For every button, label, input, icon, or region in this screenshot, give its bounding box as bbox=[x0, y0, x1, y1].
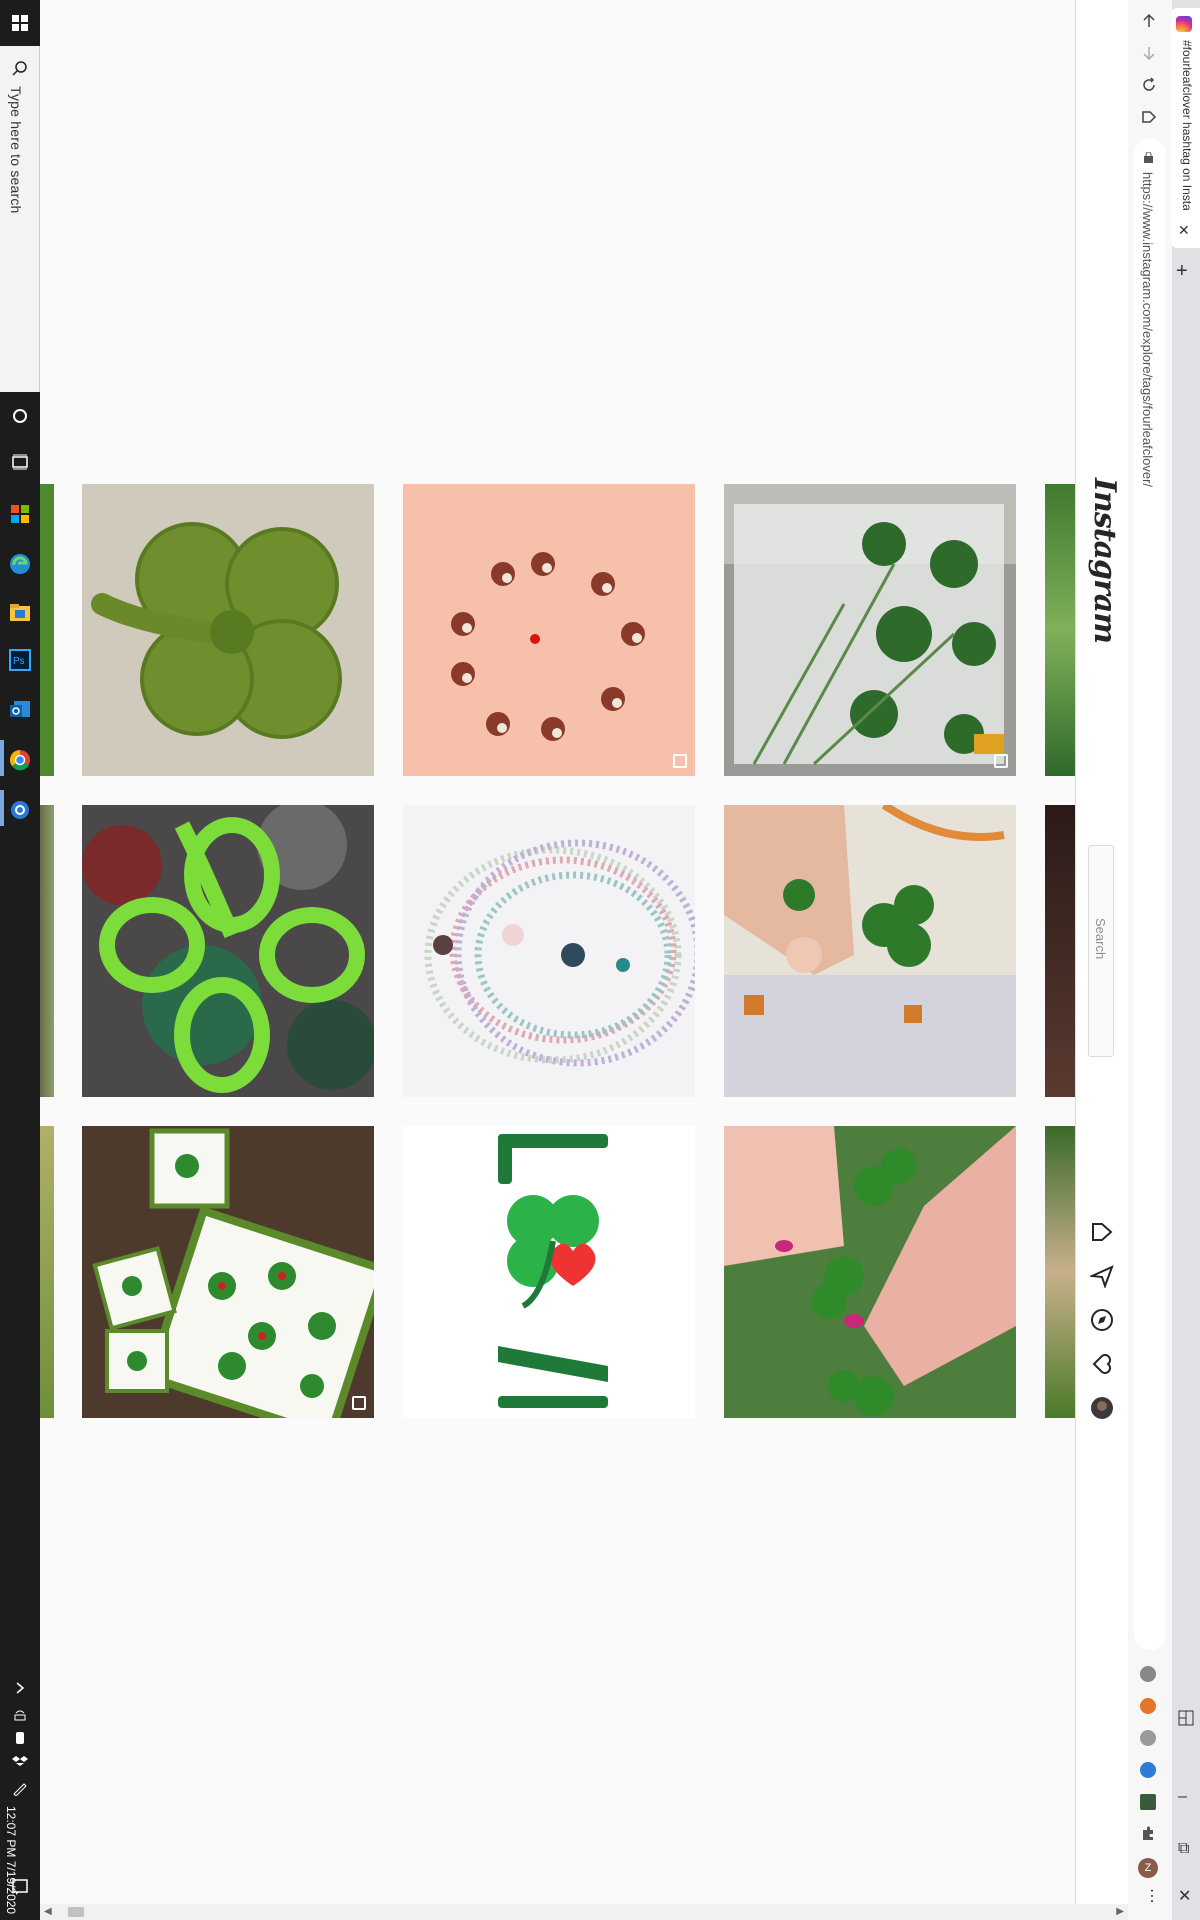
photoshop-icon[interactable]: Ps bbox=[6, 646, 34, 674]
forward-button[interactable] bbox=[1138, 42, 1160, 64]
search-icon bbox=[12, 61, 27, 76]
scroll-left-icon[interactable]: ◀ bbox=[44, 1906, 52, 1917]
horizontal-scrollbar[interactable]: ◀ ▶ bbox=[40, 1904, 1128, 1920]
store-icon[interactable] bbox=[6, 500, 34, 528]
windows-taskbar: Type here to search Ps 12:07 PM 7/19/202… bbox=[0, 0, 40, 1920]
windows-logo-icon bbox=[12, 15, 28, 31]
dropbox-icon[interactable] bbox=[12, 1754, 28, 1770]
pen-icon[interactable] bbox=[12, 1780, 28, 1796]
cortana-icon[interactable] bbox=[6, 402, 34, 430]
post-crochet-clover[interactable] bbox=[82, 484, 374, 776]
lock-icon[interactable] bbox=[1143, 152, 1155, 164]
post-painted-clover[interactable] bbox=[82, 805, 374, 1097]
notification-icon[interactable] bbox=[10, 1876, 30, 1896]
volume-icon[interactable] bbox=[12, 1706, 28, 1722]
reload-icon bbox=[1143, 77, 1155, 91]
post-partial-right-2[interactable] bbox=[1045, 805, 1075, 1097]
browser-home-icon bbox=[1142, 111, 1157, 123]
minimize-icon[interactable]: – bbox=[1178, 1788, 1187, 1806]
taskbar-search-box[interactable]: Type here to search bbox=[0, 46, 40, 392]
start-button[interactable] bbox=[0, 0, 40, 46]
instagram-favicon-icon bbox=[1176, 16, 1192, 32]
arrow-down-icon bbox=[1143, 47, 1155, 61]
search-placeholder: Search bbox=[1093, 918, 1108, 960]
post-partial-left-1[interactable] bbox=[40, 484, 54, 776]
chrome-icon[interactable] bbox=[6, 746, 34, 774]
grammarly-icon[interactable] bbox=[1140, 1666, 1156, 1682]
extension-orange-icon[interactable] bbox=[1140, 1698, 1156, 1714]
instagram-search-input[interactable]: Search bbox=[1088, 845, 1114, 1057]
scroll-right-icon[interactable]: ▶ bbox=[1116, 1906, 1124, 1917]
layout-icon[interactable] bbox=[1178, 1710, 1194, 1726]
post-beaded-necklaces[interactable] bbox=[403, 805, 695, 1097]
explore-tag-page bbox=[40, 0, 1075, 1904]
arrow-up-icon bbox=[1143, 13, 1155, 27]
home-icon[interactable] bbox=[1090, 1220, 1114, 1244]
active-app-indicator-2 bbox=[0, 790, 4, 826]
back-button[interactable] bbox=[1138, 10, 1160, 32]
puzzle-icon[interactable] bbox=[1140, 1826, 1156, 1842]
post-hands-clovers[interactable] bbox=[724, 1126, 1016, 1418]
url-text[interactable]: https://www.instagram.com/explore/tags/f… bbox=[1140, 172, 1155, 487]
task-view-icon[interactable] bbox=[6, 448, 34, 476]
post-hand-holding-clover[interactable] bbox=[724, 805, 1016, 1097]
explore-icon[interactable] bbox=[1090, 1308, 1114, 1332]
extension-gray-icon[interactable] bbox=[1140, 1730, 1156, 1746]
tab-close-icon[interactable]: ✕ bbox=[1178, 222, 1190, 239]
home-button[interactable] bbox=[1138, 106, 1160, 128]
post-partial-right-1[interactable] bbox=[1045, 484, 1075, 776]
restore-icon[interactable]: ⧉ bbox=[1178, 1840, 1189, 1858]
chevron-up-icon[interactable] bbox=[12, 1680, 28, 1696]
direct-icon[interactable] bbox=[1090, 1264, 1114, 1288]
active-app-indicator bbox=[0, 740, 4, 776]
more-menu-icon[interactable]: ⋯ bbox=[1142, 1888, 1161, 1904]
clock-time: 12:07 PM bbox=[4, 1806, 18, 1858]
instagram-logo[interactable]: Instagram bbox=[1087, 478, 1122, 643]
post-clover-earrings[interactable] bbox=[403, 484, 695, 776]
multi-photo-icon bbox=[673, 754, 687, 768]
post-clover-in-glass[interactable] bbox=[724, 484, 1016, 776]
outlook-icon[interactable] bbox=[6, 696, 34, 724]
post-partial-right-3[interactable] bbox=[1045, 1126, 1075, 1418]
extension-blue-icon[interactable] bbox=[1140, 1762, 1156, 1778]
post-partial-left-3[interactable] bbox=[40, 1126, 54, 1418]
multi-photo-icon bbox=[352, 1396, 366, 1410]
reload-button[interactable] bbox=[1138, 74, 1160, 96]
post-clover-tray[interactable] bbox=[82, 1126, 374, 1418]
tab-title: #fourleafclover hashtag on Insta bbox=[1180, 40, 1194, 210]
svg-text:Ps: Ps bbox=[13, 656, 25, 667]
file-explorer-icon[interactable] bbox=[6, 598, 34, 626]
new-tab-button[interactable]: + bbox=[1176, 260, 1188, 283]
battery-icon[interactable] bbox=[12, 1730, 28, 1746]
close-window-icon[interactable]: ✕ bbox=[1178, 1886, 1191, 1906]
multi-photo-icon bbox=[994, 754, 1008, 768]
post-partial-left-2[interactable] bbox=[40, 805, 54, 1097]
taskbar-search-placeholder: Type here to search bbox=[8, 86, 24, 214]
edge-icon[interactable] bbox=[6, 550, 34, 578]
profile-avatar[interactable] bbox=[1090, 1396, 1114, 1420]
settings-icon[interactable] bbox=[6, 796, 34, 824]
extension-photo-icon[interactable] bbox=[1140, 1794, 1156, 1810]
activity-icon[interactable] bbox=[1090, 1352, 1114, 1376]
profile-icon[interactable]: Z bbox=[1138, 1858, 1158, 1878]
post-love-clover[interactable] bbox=[403, 1126, 695, 1418]
scrollbar-thumb[interactable] bbox=[68, 1907, 84, 1917]
tab-strip bbox=[1172, 0, 1200, 1920]
taskbar-clock[interactable]: 12:07 PM 7/19/2020 bbox=[4, 1806, 18, 1914]
